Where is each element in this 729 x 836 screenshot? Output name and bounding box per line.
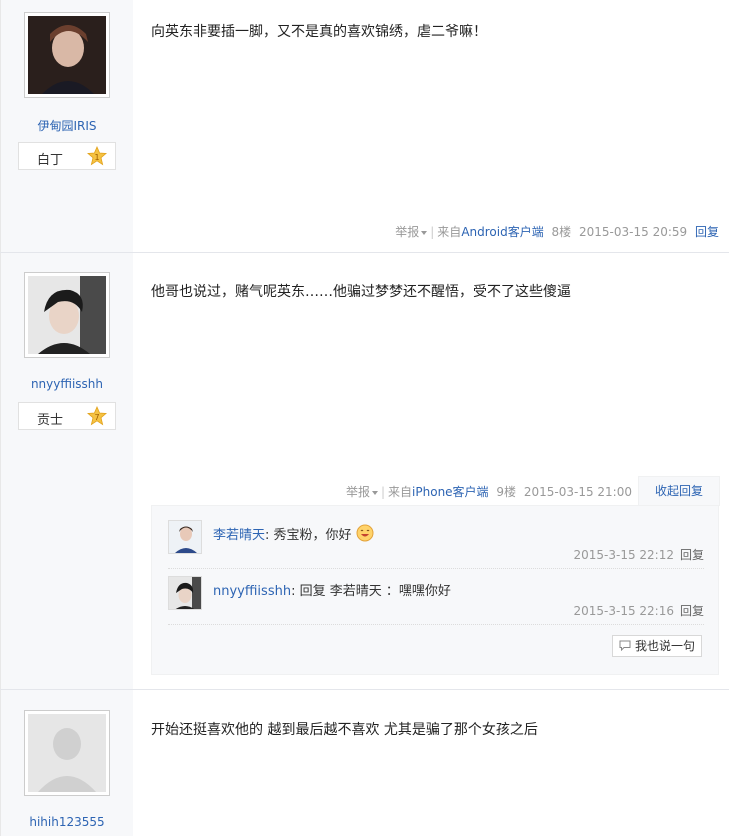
post-content: 向英东非要插一脚，又不是真的喜欢锦绣，虐二爷嘛！ — [151, 24, 487, 40]
avatar-image-icon — [28, 16, 106, 94]
level-name: 白丁 — [37, 153, 64, 168]
author-name[interactable]: 伊甸园IRIS — [1, 117, 133, 134]
sub-reply-text: nnyyffiisshh: 回复 李若晴天 ：嘿嘿你好 — [213, 584, 451, 599]
level-star-icon: 7 — [87, 406, 107, 426]
avatar[interactable] — [24, 710, 110, 796]
avatar[interactable] — [24, 12, 110, 98]
sub-reply-panel: 李若晴天: 秀宝粉，你好 2015-3-15 22:12 回复 nnyyffii… — [151, 505, 719, 675]
sub-reply-button[interactable]: 回复 — [680, 604, 704, 618]
reply-button[interactable]: 回复 — [695, 225, 719, 239]
avatar-image-icon — [169, 521, 201, 553]
level-name: 贡士 — [37, 413, 64, 428]
level-star-icon: 1 — [87, 146, 107, 166]
floor-number: 8楼 — [551, 225, 572, 239]
avatar[interactable] — [168, 576, 202, 610]
report-link[interactable]: 举报 — [395, 225, 428, 239]
avatar[interactable] — [168, 520, 202, 554]
floor-number: 9楼 — [496, 485, 517, 499]
sub-reply-button[interactable]: 回复 — [680, 548, 704, 562]
emoji-face-icon — [356, 524, 374, 542]
comment-icon — [619, 640, 631, 652]
post-floor-10: hihih123555 开始还挺喜欢他的 越到最后越不喜欢 尤其是骗了那个女孩之… — [0, 690, 729, 836]
sub-reply-user[interactable]: 李若晴天 — [213, 528, 265, 543]
post-tail: 举报 | 来自Android客户端 8楼 2015-03-15 20:59 回复 — [395, 225, 719, 239]
post-time: 2015-03-15 20:59 — [579, 225, 688, 239]
default-avatar-icon — [28, 714, 106, 792]
sub-reply-time: 2015-3-15 22:16 — [573, 604, 674, 618]
author-name[interactable]: hihih123555 — [1, 815, 133, 829]
level-badge-box[interactable]: 白丁 1 — [18, 142, 116, 170]
say-something-button[interactable]: 我也说一句 — [612, 635, 702, 657]
author-name[interactable]: nnyyffiisshh — [1, 377, 133, 391]
sub-reply-meta: 2015-3-15 22:16 回复 — [573, 602, 704, 619]
post-content: 他哥也说过，赌气呢英东……他骗过梦梦还不醒悟，受不了这些傻逼 — [151, 284, 571, 300]
avatar-image-icon — [169, 577, 201, 609]
author-sidebar: 伊甸园IRIS 白丁 1 — [0, 0, 133, 252]
level-num: 7 — [94, 413, 99, 422]
client-link[interactable]: Android客户端 — [461, 225, 543, 239]
post-tail: 举报 | 来自iPhone客户端 9楼 2015-03-15 21:00 — [345, 485, 632, 499]
avatar-image-icon — [28, 276, 106, 354]
level-num: 1 — [94, 153, 99, 162]
post-time: 2015-03-15 21:00 — [523, 485, 632, 499]
caret-down-icon — [421, 230, 428, 235]
post-content: 开始还挺喜欢他的 越到最后越不喜欢 尤其是骗了那个女孩之后 — [151, 722, 538, 738]
sub-reply-time: 2015-3-15 22:12 — [573, 548, 674, 562]
level-badge-box[interactable]: 贡士 7 — [18, 402, 116, 430]
post-floor-9: nnyyffiisshh 贡士 7 他哥也说过，赌气呢英东……他骗过梦梦还不醒悟… — [0, 253, 729, 690]
report-link[interactable]: 举报 — [346, 485, 378, 499]
post-floor-8: 伊甸园IRIS 白丁 1 向英东非要插一脚，又不是真的喜欢锦绣，虐二爷嘛！ 举报… — [0, 0, 729, 253]
sub-reply-user[interactable]: nnyyffiisshh — [213, 584, 291, 599]
sub-reply-text: 李若晴天: 秀宝粉，你好 — [213, 524, 374, 543]
client-link[interactable]: iPhone客户端 — [412, 485, 489, 499]
author-sidebar: nnyyffiisshh 贡士 7 — [0, 253, 133, 689]
author-sidebar: hihih123555 — [0, 690, 133, 836]
avatar[interactable] — [24, 272, 110, 358]
collapse-replies-button[interactable]: 收起回复 — [638, 476, 720, 506]
caret-down-icon — [371, 490, 378, 495]
sub-reply-meta: 2015-3-15 22:12 回复 — [573, 546, 704, 563]
sub-reply-item: nnyyffiisshh: 回复 李若晴天 ：嘿嘿你好 2015-3-15 22… — [168, 576, 704, 625]
sub-reply-item: 李若晴天: 秀宝粉，你好 2015-3-15 22:12 回复 — [168, 520, 704, 569]
